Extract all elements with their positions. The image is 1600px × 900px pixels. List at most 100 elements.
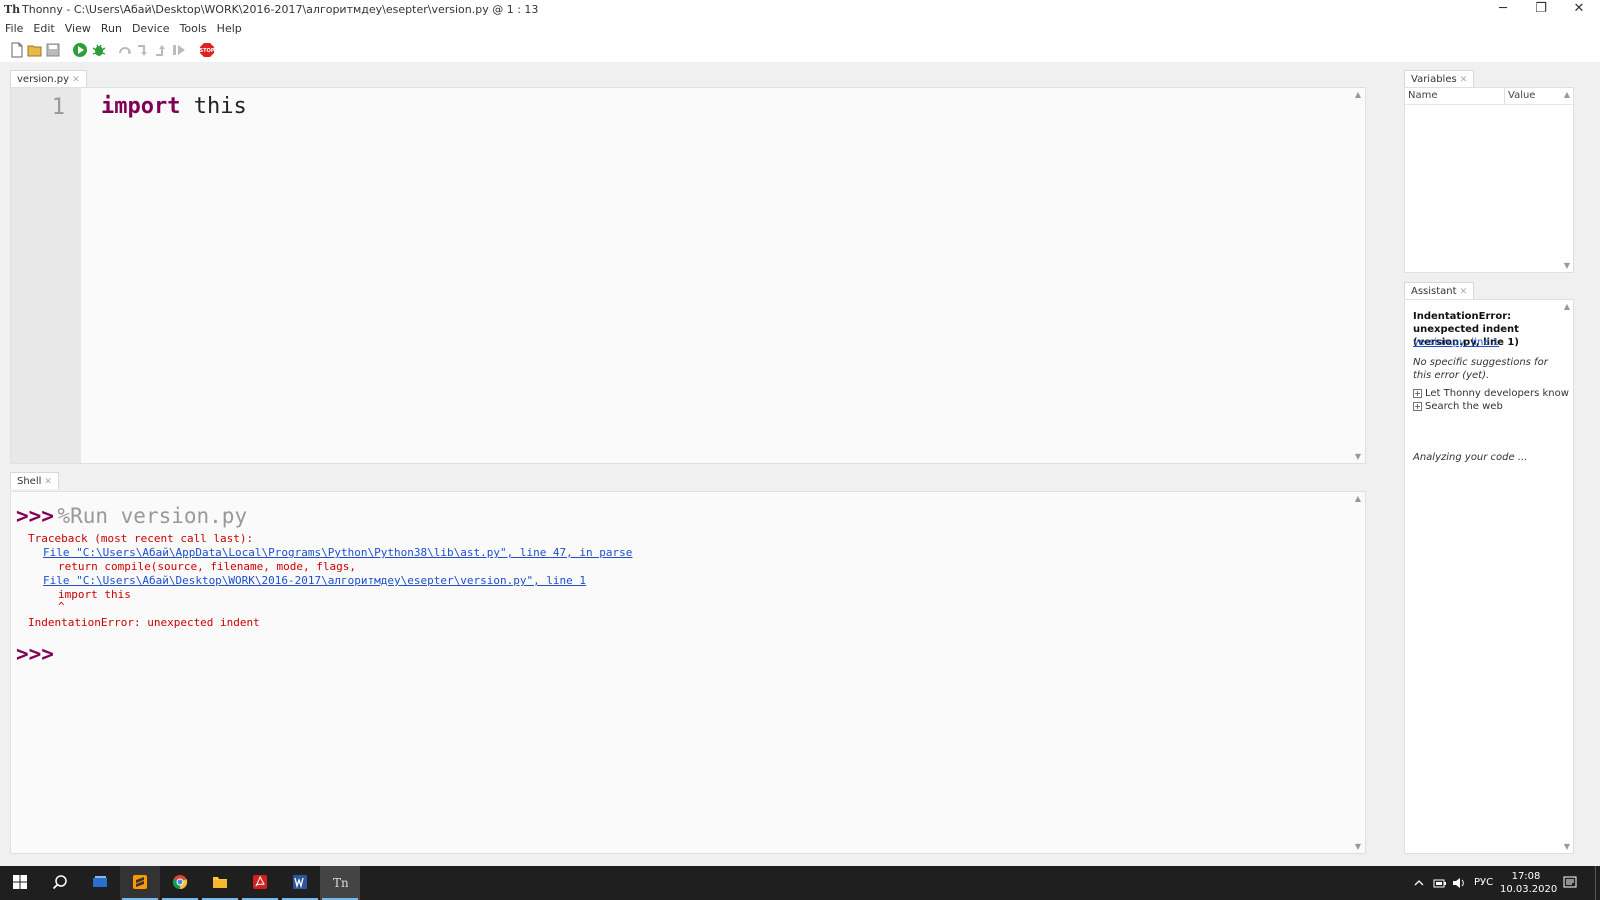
- stop-icon[interactable]: STOP: [199, 42, 215, 58]
- taskbar-chrome[interactable]: [160, 866, 200, 900]
- task-view-icon: [93, 876, 107, 887]
- assistant-error-link[interactable]: version.py, line 1: [1413, 337, 1499, 348]
- notifications-icon[interactable]: [1563, 876, 1577, 890]
- column-name[interactable]: Name: [1408, 90, 1438, 101]
- search-icon: [52, 875, 67, 890]
- menu-help[interactable]: Help: [212, 20, 247, 38]
- debug-icon[interactable]: [91, 42, 107, 58]
- line-number: 1: [51, 95, 65, 120]
- svg-text:STOP: STOP: [200, 48, 215, 54]
- save-file-icon[interactable]: [45, 42, 61, 58]
- close-tab-icon[interactable]: ✕: [1460, 75, 1468, 85]
- menu-edit[interactable]: Edit: [28, 20, 59, 38]
- taskbar-word[interactable]: [280, 866, 320, 900]
- open-file-icon[interactable]: [27, 42, 43, 58]
- tab-shell[interactable]: Shell ✕: [10, 472, 59, 489]
- assistant-panel: IndentationError: unexpected indent (ver…: [1404, 299, 1574, 854]
- tab-assistant[interactable]: Assistant ✕: [1404, 282, 1475, 299]
- sublime-text-icon: [133, 875, 147, 889]
- scroll-down-icon[interactable]: ▼: [1564, 261, 1570, 270]
- close-tab-icon[interactable]: ✕: [1460, 287, 1468, 297]
- tab-label: Variables: [1411, 74, 1457, 85]
- clock[interactable]: 17:08 10.03.2020: [1500, 866, 1558, 900]
- code-editor[interactable]: 1 import this ▲ ▼: [10, 87, 1366, 464]
- menu-bar: File Edit View Run Device Tools Help: [0, 20, 1600, 38]
- traceback-code-2: import this: [58, 588, 131, 601]
- expand-icon[interactable]: +: [1413, 401, 1422, 411]
- variables-panel: Name Value ▲ ▼: [1404, 87, 1575, 273]
- scroll-up-icon[interactable]: ▲: [1355, 90, 1361, 99]
- scroll-down-icon[interactable]: ▼: [1564, 842, 1570, 851]
- shell-input-prompt[interactable]: >>>: [16, 642, 54, 666]
- chevron-up-icon[interactable]: [1414, 878, 1424, 888]
- battery-icon[interactable]: [1433, 877, 1447, 889]
- step-into-icon[interactable]: [135, 42, 151, 58]
- window-title: Thonny - C:\Users\Абай\Desktop\WORK\2016…: [22, 3, 539, 16]
- menu-run[interactable]: Run: [96, 20, 127, 38]
- language-indicator[interactable]: РУС: [1474, 866, 1493, 900]
- line-number-gutter: 1: [11, 88, 81, 463]
- show-desktop-button[interactable]: [1595, 866, 1600, 900]
- run-command: %Run version.py: [57, 504, 248, 528]
- tab-label: Shell: [17, 476, 42, 487]
- thonny-app-icon: Th: [4, 3, 21, 16]
- taskbar-file-explorer[interactable]: [200, 866, 240, 900]
- search-button[interactable]: [40, 866, 80, 900]
- tab-version-py[interactable]: version.py ✕: [10, 70, 87, 87]
- close-tab-icon[interactable]: ✕: [44, 477, 52, 487]
- scroll-up-icon[interactable]: ▲: [1355, 494, 1361, 503]
- title-bar: Th Thonny - C:\Users\Абай\Desktop\WORK\2…: [0, 0, 1600, 20]
- new-file-icon[interactable]: [9, 42, 25, 58]
- tab-label: Assistant: [1411, 286, 1457, 297]
- menu-device[interactable]: Device: [127, 20, 175, 38]
- shell-run-line: >>> %Run version.py: [16, 504, 247, 528]
- traceback-file-link-1[interactable]: File "C:\Users\Абай\AppData\Local\Progra…: [43, 546, 632, 559]
- clock-date: 10.03.2020: [1500, 884, 1558, 895]
- volume-icon[interactable]: [1452, 877, 1466, 889]
- tab-label: version.py: [17, 74, 70, 85]
- expand-icon[interactable]: +: [1413, 388, 1422, 398]
- chrome-icon: [172, 875, 188, 890]
- menu-file[interactable]: File: [0, 20, 28, 38]
- step-over-icon[interactable]: [117, 42, 133, 58]
- toolbar: STOP: [0, 38, 1600, 62]
- scroll-up-icon[interactable]: ▲: [1564, 90, 1570, 99]
- variables-header: Name Value: [1405, 88, 1575, 105]
- close-tab-icon[interactable]: ✕: [72, 75, 80, 85]
- analyzing-text: Analyzing your code ...: [1413, 452, 1528, 463]
- taskbar-acrobat[interactable]: [240, 866, 280, 900]
- shell-panel[interactable]: >>> %Run version.py Traceback (most rece…: [10, 491, 1366, 854]
- windows-start-icon: [13, 875, 27, 889]
- clock-time: 17:08: [1511, 871, 1541, 882]
- error-message: IndentationError: unexpected indent: [28, 616, 260, 629]
- thonny-icon: Tn: [333, 876, 348, 890]
- resume-icon[interactable]: [171, 42, 187, 58]
- taskbar: Tn РУС 17:08 10.03.2020: [0, 866, 1600, 900]
- scroll-down-icon[interactable]: ▼: [1355, 842, 1361, 851]
- folder-icon: [213, 877, 227, 888]
- error-caret: ^: [58, 600, 65, 613]
- search-the-web-item[interactable]: + Search the web: [1413, 401, 1503, 412]
- column-divider: [1504, 88, 1505, 104]
- tab-variables[interactable]: Variables ✕: [1404, 70, 1475, 87]
- acrobat-icon: [253, 875, 267, 889]
- taskbar-thonny[interactable]: Tn: [320, 866, 360, 900]
- taskbar-sublime-text[interactable]: [120, 866, 160, 900]
- menu-tools[interactable]: Tools: [175, 20, 212, 38]
- code-line[interactable]: import this: [101, 94, 247, 119]
- close-button[interactable]: ✕: [1556, 0, 1600, 20]
- run-icon[interactable]: [72, 42, 88, 58]
- traceback-header: Traceback (most recent call last):: [28, 532, 254, 545]
- column-value[interactable]: Value: [1508, 90, 1535, 101]
- shell-prompt: >>>: [16, 504, 54, 528]
- task-view-button[interactable]: [80, 866, 120, 900]
- no-suggestions-text: No specific suggestions for this error (…: [1413, 357, 1548, 381]
- scroll-down-icon[interactable]: ▼: [1355, 452, 1361, 461]
- traceback-code-1: return compile(source, filename, mode, f…: [58, 560, 357, 573]
- let-developers-know-item[interactable]: + Let Thonny developers know: [1413, 388, 1569, 399]
- start-button[interactable]: [0, 866, 40, 900]
- scroll-up-icon[interactable]: ▲: [1564, 302, 1570, 311]
- traceback-file-link-2[interactable]: File "C:\Users\Абай\Desktop\WORK\2016-20…: [43, 574, 586, 587]
- step-out-icon[interactable]: [153, 42, 169, 58]
- menu-view[interactable]: View: [60, 20, 96, 38]
